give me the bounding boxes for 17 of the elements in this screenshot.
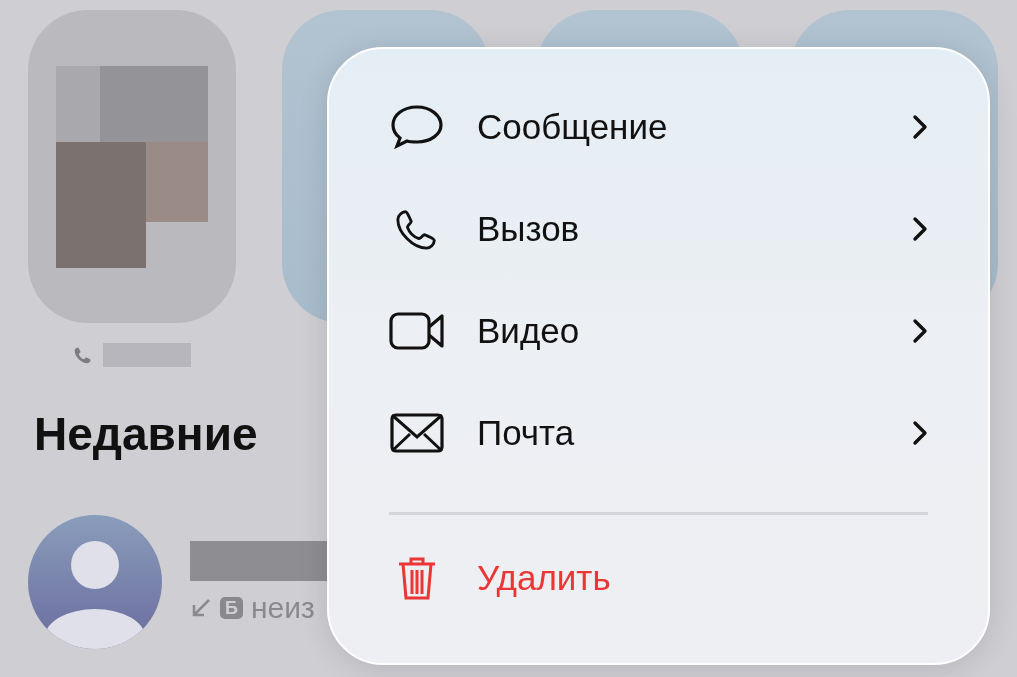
- chevron-icon: [912, 114, 928, 140]
- chevron-icon: [912, 318, 928, 344]
- speech-bubble-icon: [390, 104, 444, 150]
- envelope-icon: [390, 413, 444, 453]
- contact-tile[interactable]: [28, 10, 236, 323]
- call-detail: неиз: [250, 593, 315, 623]
- trash-icon: [397, 556, 437, 600]
- menu-item[interactable]: Почта: [387, 382, 928, 484]
- incoming-arrow-icon: [190, 597, 212, 619]
- label-badge: Б: [220, 597, 243, 619]
- menu-item[interactable]: Видео: [387, 280, 928, 382]
- chevron-icon: [912, 420, 928, 446]
- menu-item[interactable]: Вызов: [387, 178, 928, 280]
- chevron-icon: [912, 216, 928, 242]
- video-camera-icon: [389, 312, 445, 350]
- menu-item[interactable]: Сообщение: [387, 76, 928, 178]
- menu-item[interactable]: Удалить: [387, 527, 928, 629]
